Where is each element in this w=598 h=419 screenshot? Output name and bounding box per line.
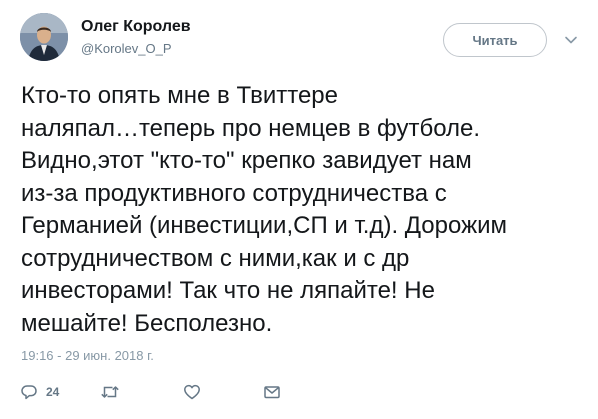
tweet-actions: 24 xyxy=(20,380,320,404)
chevron-down-icon[interactable] xyxy=(564,33,578,47)
heart-icon xyxy=(183,383,201,401)
reply-button[interactable]: 24 xyxy=(20,380,59,404)
follow-button[interactable]: Читать xyxy=(443,23,547,57)
tweet-text: Кто-то опять мне в Твиттере наляпал…тепе… xyxy=(21,82,508,337)
reply-count: 24 xyxy=(46,385,60,399)
retweet-button[interactable] xyxy=(100,380,120,404)
tweet-card: Олег Королев @Korolev_O_P Читать Кто-то … xyxy=(0,0,598,419)
reply-icon xyxy=(20,383,38,401)
tweet-timestamp[interactable]: 19:16 - 29 июн. 2018 г. xyxy=(21,348,154,363)
avatar-photo xyxy=(20,13,68,61)
direct-message-button[interactable] xyxy=(263,380,281,404)
user-display-name[interactable]: Олег Королев xyxy=(81,18,191,36)
user-screen-name[interactable]: @Korolev_O_P xyxy=(81,41,172,56)
user-avatar[interactable] xyxy=(20,13,68,61)
envelope-icon xyxy=(263,383,281,401)
retweet-icon xyxy=(100,383,120,401)
like-button[interactable] xyxy=(183,380,201,404)
